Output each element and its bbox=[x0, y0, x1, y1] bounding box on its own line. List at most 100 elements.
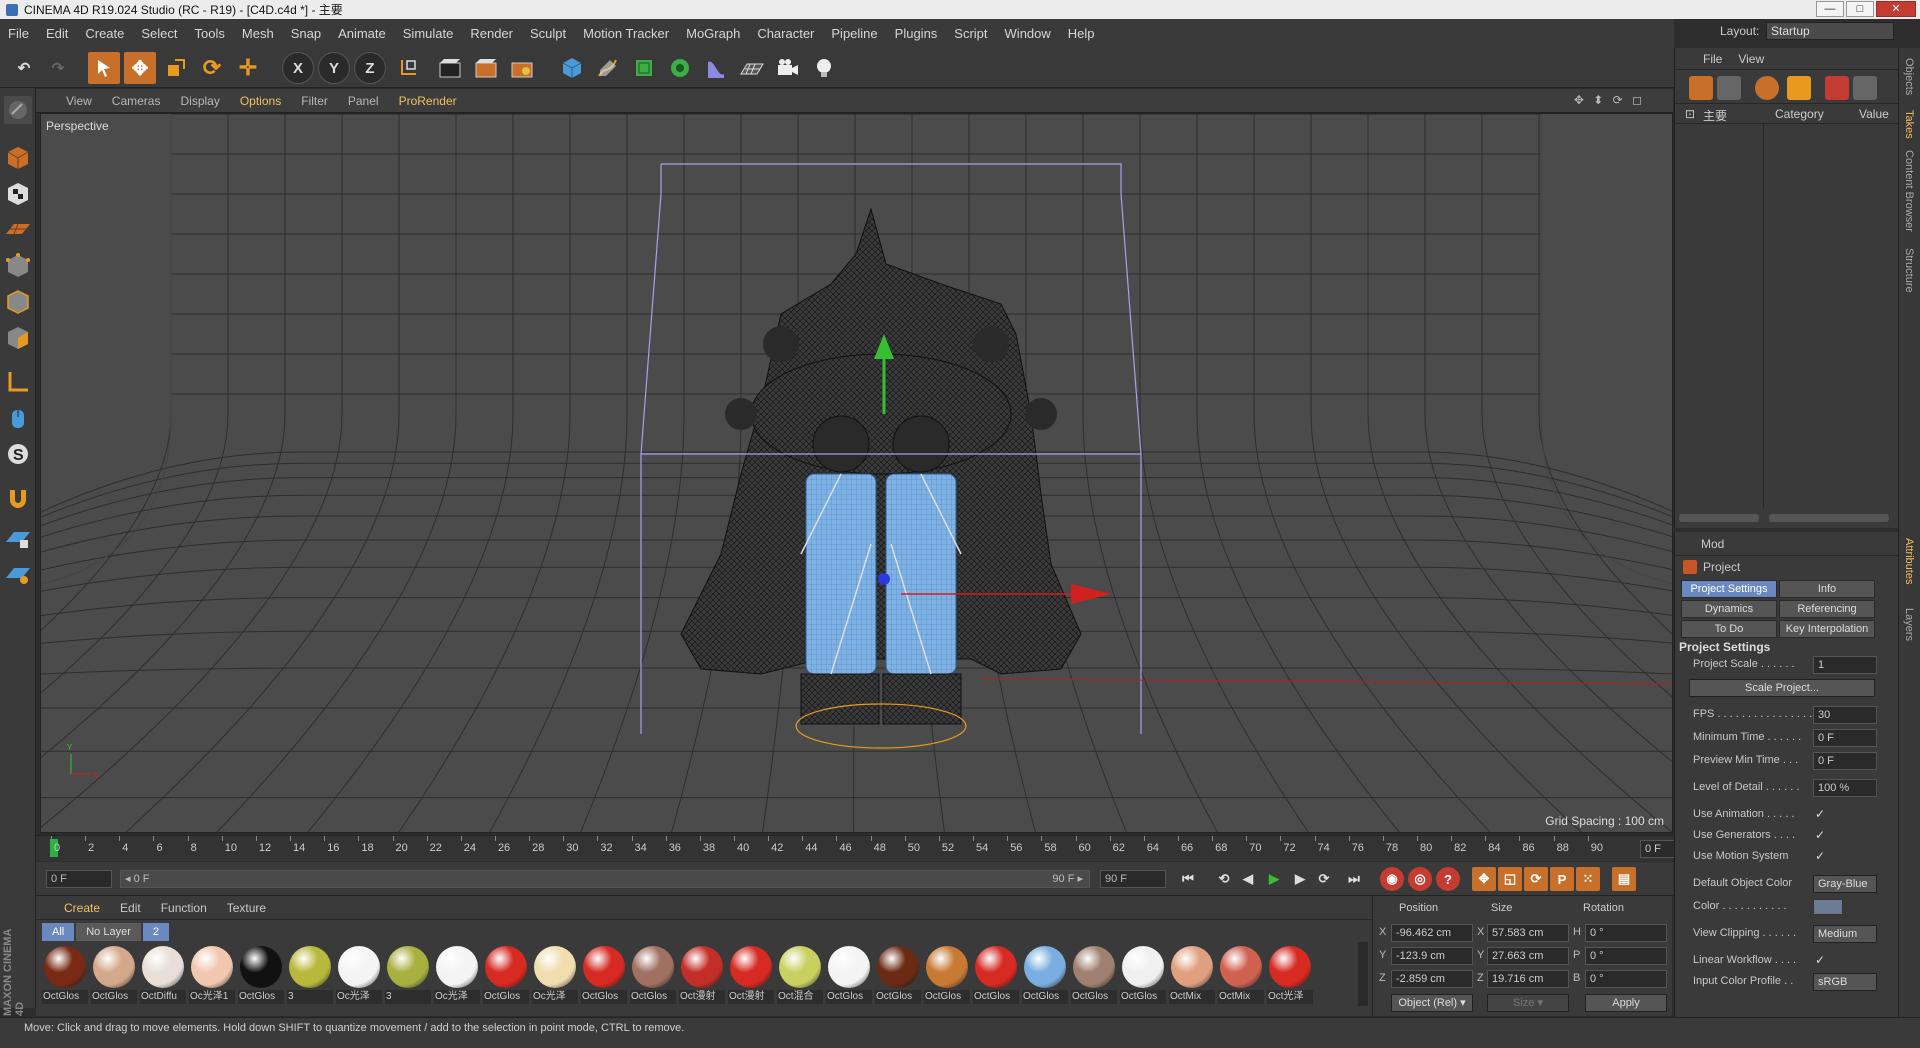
polygons-mode-icon[interactable] bbox=[4, 324, 32, 352]
material-tab-layer-2[interactable]: 2 bbox=[142, 923, 169, 941]
material-swatch[interactable]: OctGlos bbox=[483, 946, 529, 1006]
menu-character[interactable]: Character bbox=[757, 26, 814, 41]
preview-range-slider[interactable]: ◂ 0 F 90 F ▸ bbox=[120, 870, 1090, 888]
menu-simulate[interactable]: Simulate bbox=[403, 26, 454, 41]
material-menu-function[interactable]: Function bbox=[161, 901, 207, 915]
camera-icon[interactable] bbox=[772, 52, 804, 84]
material-swatch[interactable]: OctGlos bbox=[924, 946, 970, 1006]
key-position-icon[interactable]: ✥ bbox=[1472, 867, 1496, 891]
take-clone-icon[interactable] bbox=[1717, 76, 1741, 100]
size-x-field[interactable]: 57.583 cm bbox=[1487, 924, 1569, 942]
tab-info[interactable]: Info bbox=[1779, 580, 1875, 598]
material-swatch[interactable]: OctGlos bbox=[42, 946, 88, 1006]
render-settings-icon[interactable] bbox=[506, 52, 538, 84]
menu-render[interactable]: Render bbox=[470, 26, 513, 41]
use-motion-system-checkbox[interactable]: ✓ bbox=[1815, 849, 1829, 863]
material-swatch[interactable]: Oct漫射 bbox=[679, 946, 725, 1006]
take-add-icon[interactable] bbox=[1689, 76, 1713, 100]
menu-file[interactable]: File bbox=[8, 26, 29, 41]
scheme-icon[interactable]: ▤ bbox=[1612, 867, 1636, 891]
material-swatch[interactable]: OctGlos bbox=[1022, 946, 1068, 1006]
material-tab-all[interactable]: All bbox=[42, 923, 75, 941]
take-expand-icon[interactable]: ⊡ bbox=[1685, 107, 1695, 121]
material-swatch[interactable]: Oct混合 bbox=[777, 946, 823, 1006]
size-z-field[interactable]: 19.716 cm bbox=[1487, 970, 1569, 988]
cube-icon[interactable] bbox=[556, 52, 588, 84]
side-tab-content-browser[interactable]: Content Browser bbox=[1903, 150, 1915, 232]
perspective-viewport[interactable]: Y X Perspective Grid Spacing : 100 cm bbox=[40, 113, 1673, 833]
menu-mograph[interactable]: MoGraph bbox=[686, 26, 740, 41]
tab-dynamics[interactable]: Dynamics bbox=[1681, 600, 1777, 618]
key-parameter-icon[interactable]: P bbox=[1550, 867, 1574, 891]
use-generators-checkbox[interactable]: ✓ bbox=[1815, 828, 1829, 842]
preview-min-time-field[interactable]: 0 F bbox=[1813, 752, 1877, 770]
material-scrollbar[interactable] bbox=[1358, 942, 1368, 1006]
material-swatch[interactable]: OctGlos bbox=[581, 946, 627, 1006]
planar-workplane-icon[interactable] bbox=[4, 560, 32, 588]
color-swatch[interactable] bbox=[1813, 899, 1843, 915]
anim-start-field[interactable]: 0 F bbox=[46, 870, 112, 888]
material-swatch[interactable]: Oc光泽 bbox=[434, 946, 480, 1006]
move-tool-icon[interactable]: ✥ bbox=[124, 52, 156, 84]
viewport-menu-view[interactable]: View bbox=[66, 94, 92, 108]
override-icon[interactable] bbox=[1787, 76, 1811, 100]
rotation-h-field[interactable]: 0 ° bbox=[1585, 924, 1667, 942]
object-menu-file[interactable]: File bbox=[1703, 52, 1722, 66]
keyframe-selection-icon[interactable]: ? bbox=[1436, 867, 1460, 891]
side-tab-takes[interactable]: Takes bbox=[1903, 110, 1915, 139]
redo-icon[interactable]: ↷ bbox=[42, 52, 74, 84]
linear-workflow-checkbox[interactable]: ✓ bbox=[1815, 953, 1829, 967]
menu-window[interactable]: Window bbox=[1005, 26, 1051, 41]
material-swatch[interactable]: OctGlos bbox=[91, 946, 137, 1006]
fps-field[interactable]: 30 bbox=[1813, 706, 1877, 724]
take-settings-icon[interactable] bbox=[1853, 76, 1877, 100]
material-swatch[interactable]: Oc光泽1 bbox=[189, 946, 235, 1006]
deformer-icon[interactable] bbox=[700, 52, 732, 84]
side-tab-layers[interactable]: Layers bbox=[1903, 608, 1915, 641]
go-to-start-icon[interactable]: ⏮ bbox=[1176, 867, 1200, 891]
close-button[interactable]: ✕ bbox=[1876, 1, 1916, 17]
material-swatch[interactable]: OctGlos bbox=[973, 946, 1019, 1006]
object-h-scrollbar-left[interactable] bbox=[1679, 514, 1759, 522]
menu-snap[interactable]: Snap bbox=[291, 26, 321, 41]
transform-tool-icon[interactable]: ✛ bbox=[232, 52, 264, 84]
minimize-button[interactable]: — bbox=[1816, 1, 1844, 17]
subdivision-surface-icon[interactable] bbox=[628, 52, 660, 84]
material-swatch[interactable]: OctGlos bbox=[875, 946, 921, 1006]
material-menu-edit[interactable]: Edit bbox=[120, 901, 141, 915]
rotation-b-field[interactable]: 0 ° bbox=[1585, 970, 1667, 988]
coord-mode-dropdown[interactable]: Object (Rel) ▾ bbox=[1391, 994, 1473, 1012]
layout-select[interactable]: Startup bbox=[1766, 22, 1894, 40]
side-tab-attributes[interactable]: Attributes bbox=[1903, 538, 1915, 584]
tab-to-do[interactable]: To Do bbox=[1681, 620, 1777, 638]
cloner-icon[interactable] bbox=[664, 52, 696, 84]
material-swatch[interactable]: Oct漫射 bbox=[728, 946, 774, 1006]
material-swatch[interactable]: 3 bbox=[385, 946, 431, 1006]
menu-sculpt[interactable]: Sculpt bbox=[530, 26, 566, 41]
scale-tool-icon[interactable] bbox=[160, 52, 192, 84]
material-swatch[interactable]: OctGlos bbox=[826, 946, 872, 1006]
key-pla-icon[interactable]: ⁙ bbox=[1576, 867, 1600, 891]
points-mode-icon[interactable] bbox=[4, 252, 32, 280]
menu-edit[interactable]: Edit bbox=[46, 26, 68, 41]
scale-project-button[interactable]: Scale Project... bbox=[1689, 679, 1875, 697]
render-view-icon[interactable] bbox=[434, 52, 466, 84]
object-h-scrollbar-right[interactable] bbox=[1769, 514, 1889, 522]
rotation-p-field[interactable]: 0 ° bbox=[1585, 947, 1667, 965]
make-editable-icon[interactable] bbox=[4, 96, 32, 124]
position-z-field[interactable]: -2.859 cm bbox=[1391, 970, 1473, 988]
viewport-menu-options[interactable]: Options bbox=[240, 94, 281, 108]
attribute-mode-menu[interactable]: Mod bbox=[1701, 537, 1724, 551]
z-axis-toggle[interactable]: Z bbox=[354, 52, 386, 84]
material-swatch[interactable]: Oc光泽 bbox=[336, 946, 382, 1006]
snap-magnet-icon[interactable] bbox=[4, 484, 32, 512]
menu-plugins[interactable]: Plugins bbox=[895, 26, 938, 41]
floor-icon[interactable] bbox=[736, 52, 768, 84]
take-root-label[interactable]: 主要 bbox=[1703, 107, 1727, 124]
viewport-menu-display[interactable]: Display bbox=[180, 94, 219, 108]
tweak-mode-icon[interactable] bbox=[4, 404, 32, 432]
next-frame-icon[interactable]: ▶ bbox=[1288, 867, 1312, 891]
material-swatch[interactable]: OctMix bbox=[1169, 946, 1215, 1006]
material-swatch[interactable]: OctGlos bbox=[238, 946, 284, 1006]
position-x-field[interactable]: -96.462 cm bbox=[1391, 924, 1473, 942]
